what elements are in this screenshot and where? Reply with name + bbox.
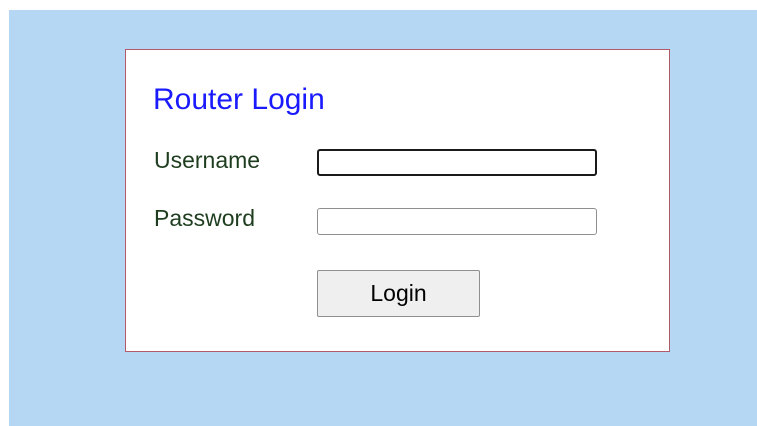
password-label: Password: [154, 205, 255, 231]
password-input[interactable]: [317, 208, 597, 235]
page-background: Router Login Username Password Login: [9, 10, 757, 426]
login-title: Router Login: [153, 83, 325, 116]
login-panel: Router Login Username Password Login: [125, 49, 670, 352]
login-button[interactable]: Login: [317, 270, 480, 317]
username-label: Username: [154, 147, 261, 173]
username-input[interactable]: [317, 149, 597, 176]
